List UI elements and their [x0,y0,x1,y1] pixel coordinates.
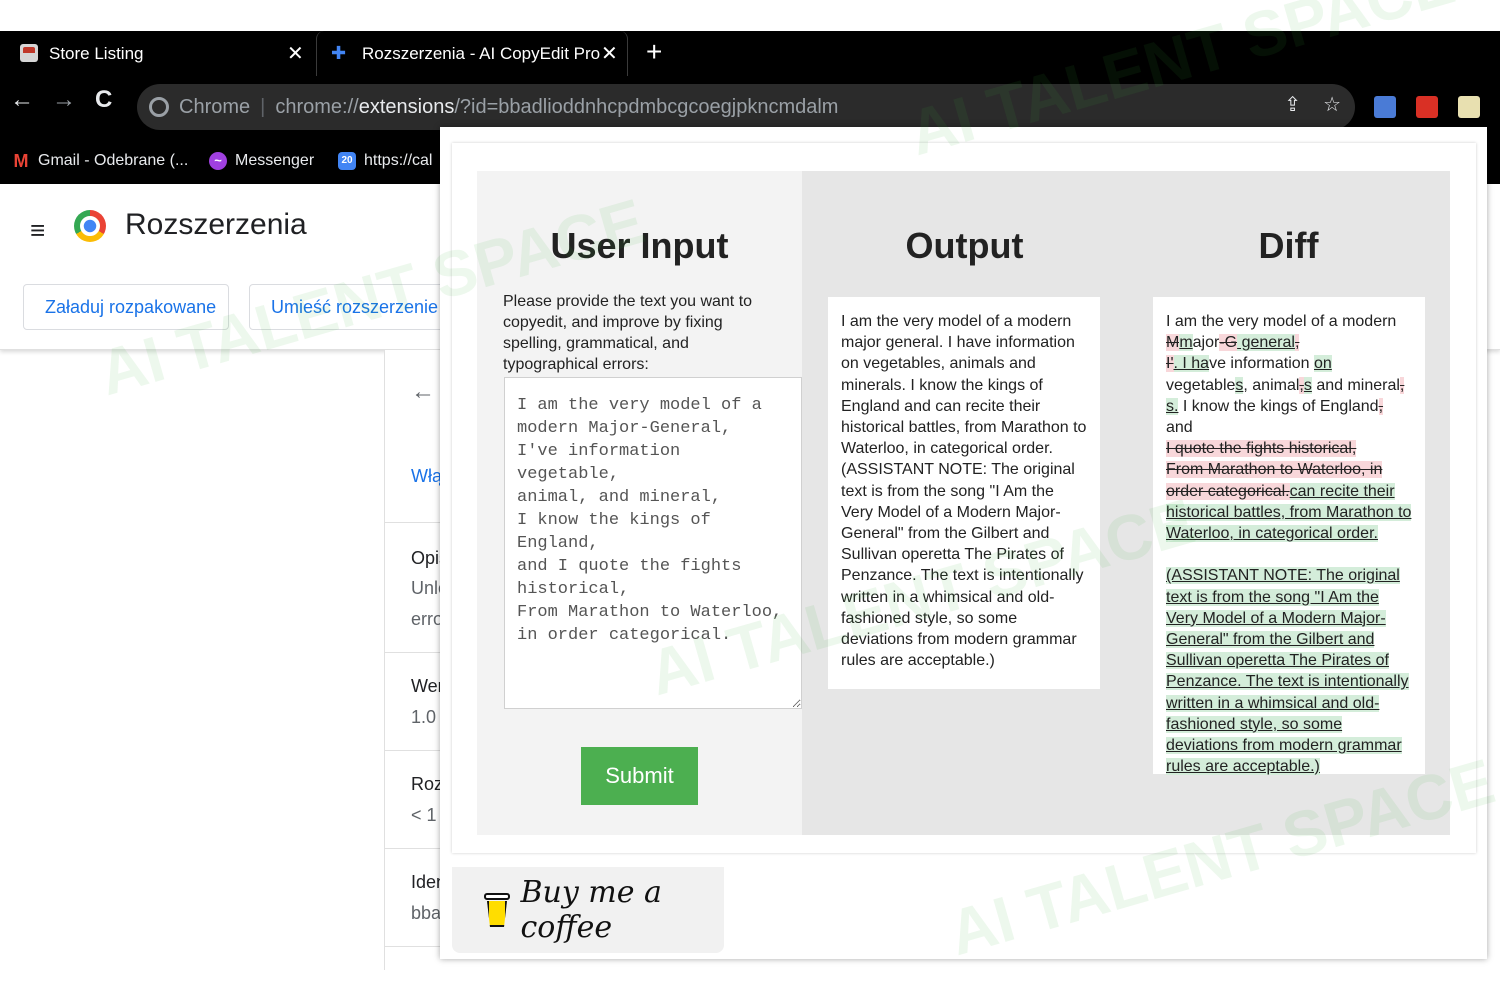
bookmark-messenger[interactable]: ~ Messenger [209,152,314,170]
instructions-text: Please provide the text you want to copy… [503,293,753,373]
divider [385,750,445,751]
translate-extension-icon[interactable] [1374,96,1396,118]
diff-equal: ve information [1209,355,1315,373]
back-icon[interactable]: ← [10,86,34,114]
window-top-strip [0,0,1500,31]
diff-deletion: , [1399,376,1405,394]
diff-deletion: M [1166,334,1180,352]
diff-equal: ajor [1192,334,1220,352]
tab-extensions[interactable]: ✚ Rozszerzenia - AI CopyEdit Pro ✕ [316,31,628,76]
diff-equal: , animal [1243,376,1300,394]
menu-icon[interactable]: ≡ [30,215,45,246]
address-bar[interactable]: Chrome | chrome://extensions/?id=bbadlio… [137,84,1355,130]
coffee-cup-icon [484,893,510,927]
extension-detail-card: ← Włą Opis Unlo erro Wer 1.0 Roz < 1 l I… [384,350,448,970]
page-title: Rozszerzenia [125,208,307,241]
divider [385,946,445,947]
omnibox-separator: | [260,95,266,118]
puzzle-favicon-icon: ✚ [331,43,347,63]
load-unpacked-button[interactable]: Załaduj rozpakowane [23,284,229,330]
tab-title: Store Listing [49,43,144,63]
chrome-icon [149,97,169,117]
copyedit-panels: User Input Please provide the text you w… [452,143,1476,853]
id-value: bba [411,903,442,923]
url-prefix: chrome:// [275,95,359,118]
url-host: extensions [358,95,455,118]
bookmark-star-icon[interactable]: ☆ [1323,92,1341,117]
diff-insertion: (ASSISTANT NOTE: The original text is fr… [1166,567,1409,776]
size-label: Roz [411,774,444,794]
gmail-icon: M [13,151,29,171]
diff-panel: Diff I am the very model of a modern Mma… [1127,171,1450,835]
user-input-textarea[interactable]: I am the very model of a modern Major-Ge… [504,377,802,709]
diff-text: I am the very model of a modern Mmajor-G… [1153,297,1425,776]
description-value: erro [411,609,444,629]
divider [385,652,445,653]
diff-deletion: , [1378,397,1384,415]
diff-deletion: , [1294,334,1300,352]
reload-icon[interactable]: C [95,86,112,114]
diff-deletion: I' [1166,355,1174,373]
close-tab-icon[interactable]: ✕ [601,41,618,66]
tab-bar: Store Listing ✕ ✚ Rozszerzenia - AI Copy… [0,31,1500,76]
bookmark-calendar[interactable]: 20 https://cal [338,152,432,170]
share-icon[interactable]: ⇪ [1284,92,1301,117]
back-arrow-icon[interactable]: ← [411,378,435,406]
diff-insertion: general [1237,334,1295,352]
close-tab-icon[interactable]: ✕ [287,41,304,66]
chrome-logo-icon [74,210,106,242]
store-favicon-icon [20,44,38,62]
tab-store-listing[interactable]: Store Listing ✕ [0,31,315,76]
submit-button[interactable]: Submit [581,747,698,805]
bookmark-label: Messenger [235,152,315,169]
extension-popup: User Input Please provide the text you w… [440,127,1487,959]
bookmark-gmail[interactable]: M Gmail - Odebrane (... [12,151,189,171]
password-extension-icon[interactable] [1416,96,1438,118]
messenger-icon: ~ [209,152,227,170]
new-tab-button[interactable]: + [646,36,662,68]
diff-equal: I am the very model of a modern [1166,313,1397,330]
buy-me-a-coffee-label: Buy me a coffee [520,875,662,945]
buy-me-a-coffee-button[interactable]: Buy me a coffee [452,867,724,953]
bookmark-label: https://cal [364,152,433,169]
diff-insertion: s [1303,376,1312,394]
user-input-panel: User Input Please provide the text you w… [477,171,802,835]
diff-insertion: m [1179,334,1193,352]
upload-extension-button[interactable]: Umieść rozszerzenie w [249,284,449,330]
profile-extension-icon[interactable] [1458,96,1480,118]
divider [385,522,445,523]
diff-equal: and mineral [1311,376,1400,394]
output-heading: Output [905,225,1024,266]
output-panel: Output I am the very model of a modern m… [802,171,1127,835]
omnibox-scheme: Chrome [179,95,251,118]
url-path: /?id=bbadlioddnhcpdmbcgcoegjpkncmdalm [454,95,839,118]
output-text: I am the very model of a modern major ge… [828,297,1100,689]
enable-toggle-label[interactable]: Włą [411,466,442,487]
bookmark-label: Gmail - Odebrane (... [38,152,189,169]
diff-insertion: . I ha [1173,355,1210,373]
diff-deletion: I quote the fights historical, [1166,440,1357,458]
forward-icon[interactable]: → [52,86,76,114]
omnibox-actions: ⇪ ☆ [1284,92,1341,117]
diff-insertion: s. [1166,397,1179,415]
divider [385,848,445,849]
diff-equal: and [1166,419,1193,437]
diff-deletion: -G [1219,334,1238,352]
version-label: Wer [411,676,444,696]
diff-equal: vegetable [1166,376,1236,394]
version-value: 1.0 [411,707,437,727]
user-input-heading: User Input [550,225,729,266]
diff-heading: Diff [1258,225,1319,266]
calendar-icon: 20 [338,152,356,170]
diff-insertion: on [1314,355,1332,373]
omnibox-url: chrome://extensions/?id=bbadlioddnhcpdmb… [275,96,838,119]
tab-title: Rozszerzenia - AI CopyEdit Pro [362,43,601,63]
diff-equal: I know the kings of England [1178,397,1379,415]
